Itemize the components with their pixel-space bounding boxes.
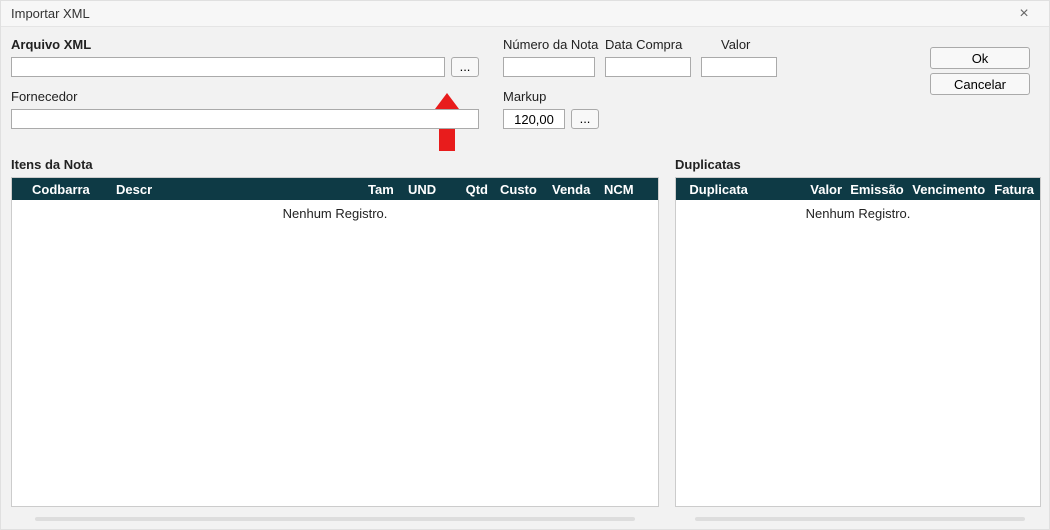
column-header[interactable]: UND: [402, 182, 446, 197]
duplicatas-grid-header: Duplicata Valor Emissão Vencimento Fatur…: [676, 178, 1040, 200]
ok-button[interactable]: Ok: [930, 47, 1030, 69]
duplicatas-section-label: Duplicatas: [675, 157, 741, 172]
column-header[interactable]: Custo: [494, 182, 546, 197]
scrollbar[interactable]: [35, 517, 635, 521]
column-header[interactable]: Emissão: [844, 182, 906, 197]
column-header[interactable]: Qtd: [446, 182, 494, 197]
valor-label: Valor: [721, 37, 750, 52]
duplicatas-grid: Duplicata Valor Emissão Vencimento Fatur…: [675, 177, 1041, 507]
fornecedor-input[interactable]: [11, 109, 479, 129]
column-header[interactable]: Descr: [110, 182, 362, 197]
itens-section-label: Itens da Nota: [11, 157, 93, 172]
close-icon[interactable]: ×: [1009, 5, 1039, 23]
numero-nota-input[interactable]: [503, 57, 595, 77]
duplicatas-no-records: Nenhum Registro.: [676, 200, 1040, 227]
column-header[interactable]: NCM: [598, 182, 648, 197]
fornecedor-label: Fornecedor: [11, 89, 77, 104]
arquivo-xml-input[interactable]: [11, 57, 445, 77]
column-header[interactable]: Codbarra: [26, 182, 110, 197]
itens-no-records: Nenhum Registro.: [12, 200, 658, 227]
arquivo-xml-label: Arquivo XML: [11, 37, 91, 52]
column-header[interactable]: Fatura: [988, 182, 1040, 197]
data-compra-input[interactable]: [605, 57, 691, 77]
itens-grid: Codbarra Descr Tam UND Qtd Custo Venda N…: [11, 177, 659, 507]
data-compra-label: Data Compra: [605, 37, 682, 52]
markup-browse-button[interactable]: ...: [571, 109, 599, 129]
column-header[interactable]: Valor: [804, 182, 844, 197]
itens-grid-body: Nenhum Registro.: [12, 200, 658, 227]
cancel-button[interactable]: Cancelar: [930, 73, 1030, 95]
duplicatas-grid-body: Nenhum Registro.: [676, 200, 1040, 227]
window-title: Importar XML: [11, 6, 90, 21]
column-header[interactable]: Vencimento: [906, 182, 988, 197]
markup-input[interactable]: [503, 109, 565, 129]
scrollbar[interactable]: [695, 517, 1025, 521]
valor-input[interactable]: [701, 57, 777, 77]
column-header[interactable]: Tam: [362, 182, 402, 197]
form-area: Arquivo XML ... Número da Nota Data Comp…: [1, 27, 1049, 153]
grids-area: Itens da Nota Codbarra Descr Tam UND Qtd…: [1, 157, 1049, 527]
titlebar: Importar XML ×: [1, 1, 1049, 27]
column-header[interactable]: Venda: [546, 182, 598, 197]
column-header[interactable]: Duplicata: [683, 182, 804, 197]
markup-label: Markup: [503, 89, 546, 104]
numero-nota-label: Número da Nota: [503, 37, 598, 52]
window: Importar XML × Arquivo XML ... Número da…: [0, 0, 1050, 530]
itens-grid-header: Codbarra Descr Tam UND Qtd Custo Venda N…: [12, 178, 658, 200]
browse-arquivo-button[interactable]: ...: [451, 57, 479, 77]
